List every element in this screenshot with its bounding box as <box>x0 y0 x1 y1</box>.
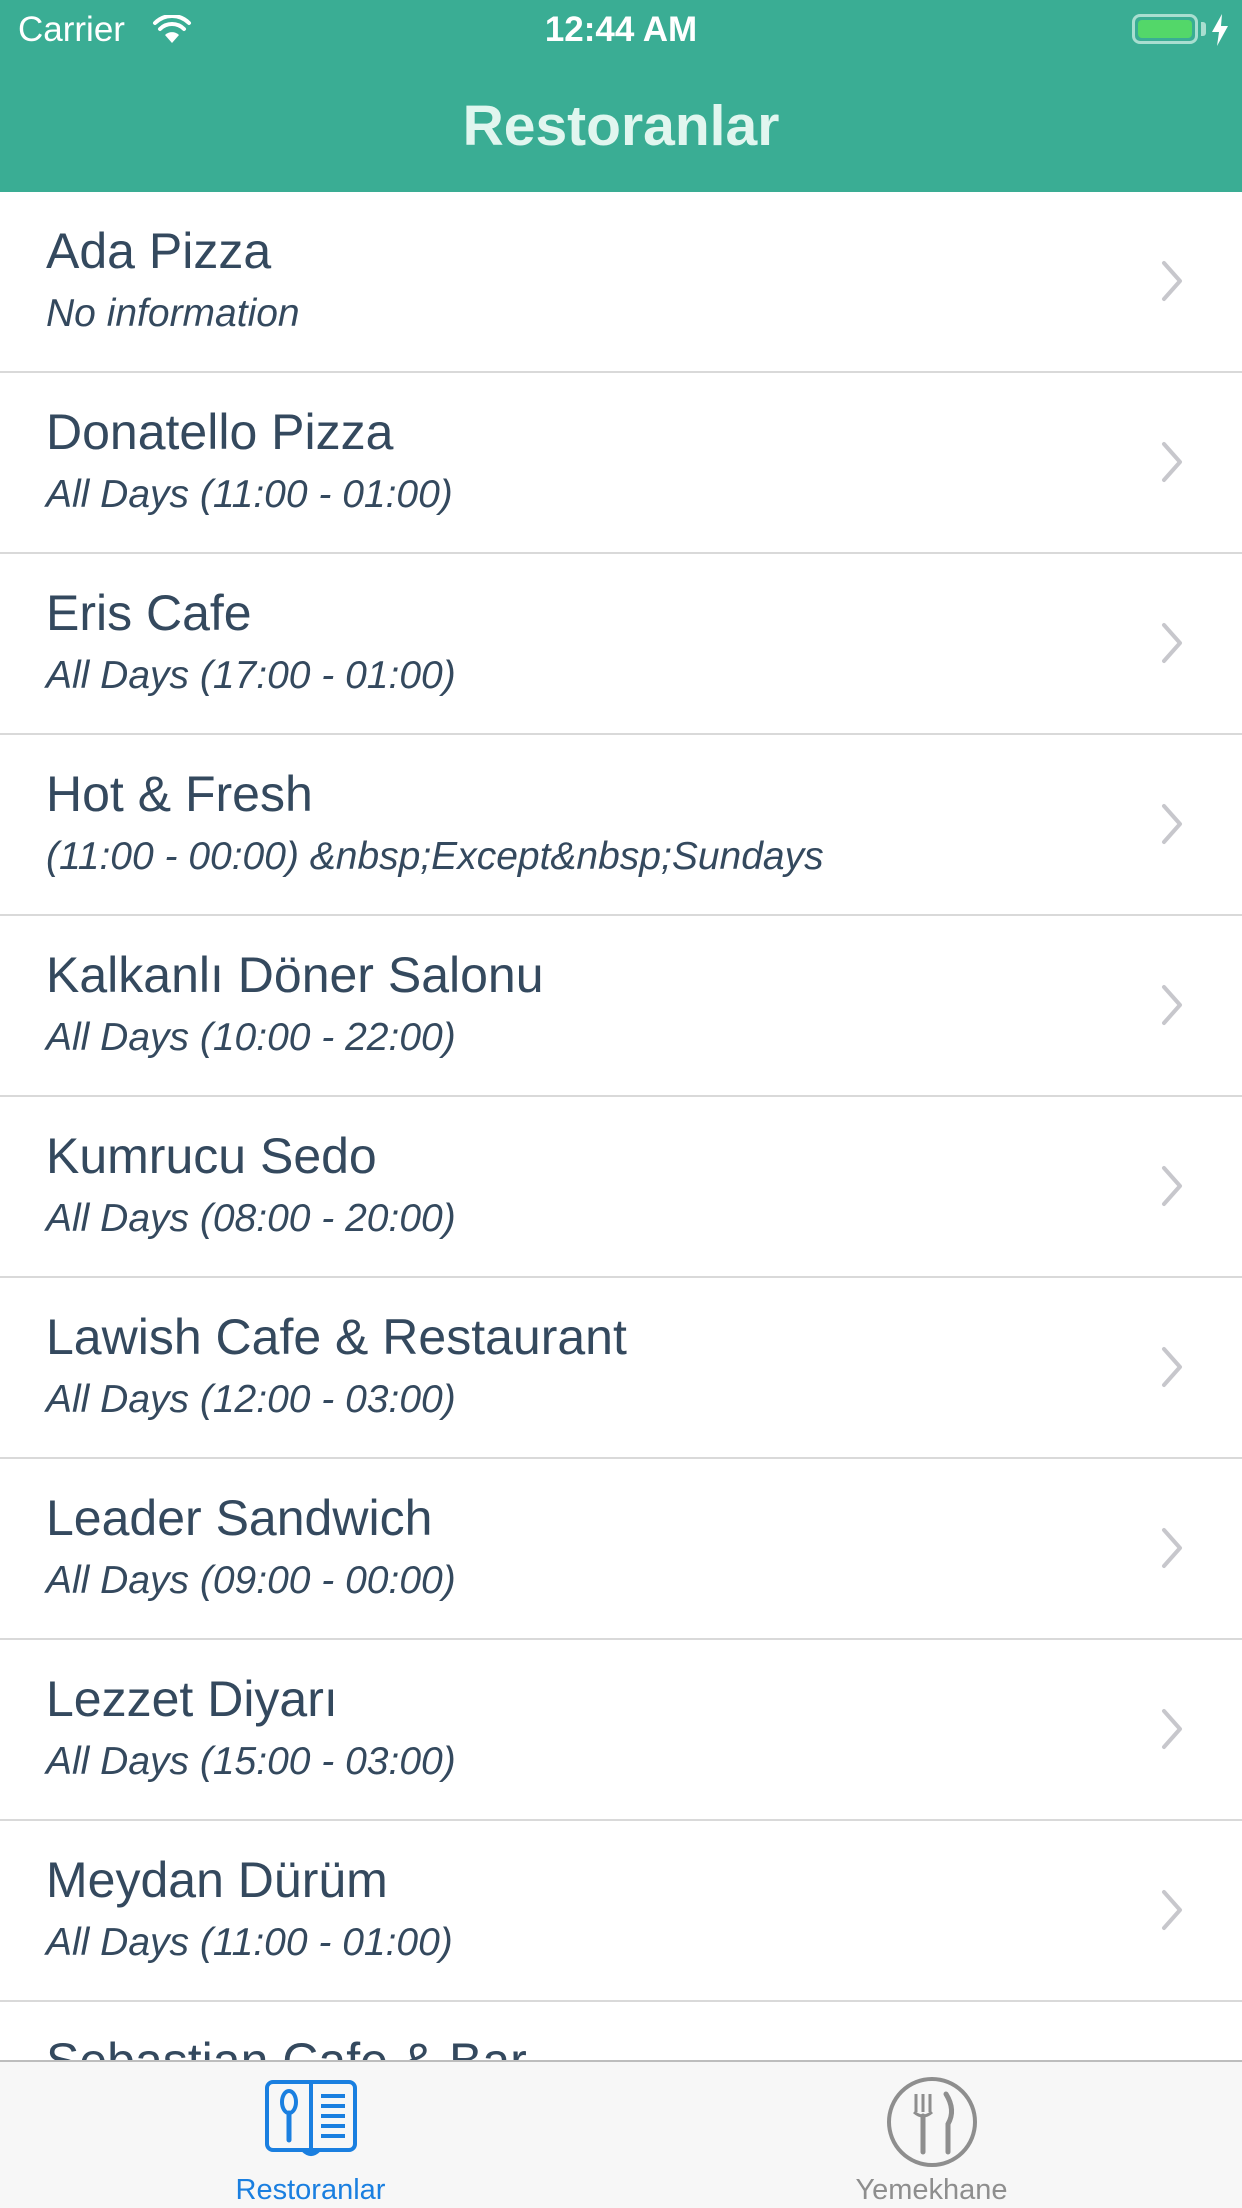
status-time: 12:44 AM <box>544 10 698 49</box>
tab-restoranlar[interactable]: Restoranlar <box>0 2062 621 2208</box>
chevron-right-icon <box>1160 802 1184 851</box>
restaurant-hours: All Days (11:00 - 01:00) <box>46 1921 453 1964</box>
restaurant-row[interactable]: Lezzet Diyarı All Days (15:00 - 03:00) <box>0 1640 1242 1821</box>
chevron-right-icon <box>1160 1707 1184 1756</box>
restaurant-row[interactable]: Eris Cafe All Days (17:00 - 01:00) <box>0 554 1242 735</box>
tab-yemekhane[interactable]: Yemekhane <box>621 2062 1242 2208</box>
chevron-right-icon <box>1160 1526 1184 1575</box>
tab-restoranlar-label: Restoranlar <box>235 2174 386 2206</box>
restaurant-hours: No information <box>46 292 300 335</box>
chevron-right-icon <box>1160 983 1184 1032</box>
restaurant-hours: All Days (17:00 - 01:00) <box>46 654 456 697</box>
tab-bar: Restoranlar Yemekhane <box>0 2060 1242 2208</box>
restaurant-row[interactable]: Kalkanlı Döner Salonu All Days (10:00 - 2… <box>0 916 1242 1097</box>
restaurant-hours: All Days (11:00 - 01:00) <box>46 473 453 516</box>
chevron-right-icon <box>1160 1888 1184 1937</box>
restaurant-name: Meydan Dürüm <box>46 1852 388 1908</box>
restaurant-row[interactable]: Sebastian Cafe & Bar <box>0 2002 1242 2060</box>
restaurant-row[interactable]: Meydan Dürüm All Days (11:00 - 01:00) <box>0 1821 1242 2002</box>
fork-knife-icon <box>886 2076 978 2173</box>
restaurant-name: Leader Sandwich <box>46 1490 433 1546</box>
restaurant-hours: All Days (12:00 - 03:00) <box>46 1378 456 1421</box>
battery-icon <box>1132 14 1198 44</box>
restaurant-name: Kumrucu Sedo <box>46 1128 377 1184</box>
restaurant-row[interactable]: Leader Sandwich All Days (09:00 - 00:00) <box>0 1459 1242 1640</box>
chevron-right-icon <box>1160 440 1184 489</box>
tab-yemekhane-label: Yemekhane <box>855 2174 1008 2206</box>
restaurant-hours: All Days (09:00 - 00:00) <box>46 1559 456 1602</box>
restaurant-row[interactable]: Ada Pizza No information <box>0 192 1242 373</box>
restaurant-row[interactable]: Hot & Fresh (11:00 - 00:00) &nbsp;Except&… <box>0 735 1242 916</box>
restaurant-row[interactable]: Lawish Cafe & Restaurant All Days (12:00 … <box>0 1278 1242 1459</box>
chevron-right-icon <box>1160 621 1184 670</box>
restaurant-hours: (11:00 - 00:00) &nbsp;Except&nbsp;Sunday… <box>46 835 824 878</box>
restaurant-name: Ada Pizza <box>46 223 272 279</box>
charging-bolt-icon <box>1210 14 1230 55</box>
restaurant-name: Lawish Cafe & Restaurant <box>46 1309 627 1365</box>
menu-book-icon <box>263 2076 359 2163</box>
restaurant-hours: All Days (08:00 - 20:00) <box>46 1197 456 1240</box>
chevron-right-icon <box>1160 259 1184 308</box>
chevron-right-icon <box>1160 1345 1184 1394</box>
restaurant-name: Lezzet Diyarı <box>46 1671 338 1727</box>
battery-cap <box>1201 22 1206 36</box>
restaurant-name: Hot & Fresh <box>46 766 313 822</box>
restaurant-hours: All Days (15:00 - 03:00) <box>46 1740 456 1783</box>
navigation-header: Carrier 12:44 AM Restoranlar <box>0 0 1242 192</box>
restaurant-row[interactable]: Donatello Pizza All Days (11:00 - 01:00) <box>0 373 1242 554</box>
page-title: Restoranlar <box>462 94 780 158</box>
restaurant-name: Sebastian Cafe & Bar <box>46 2032 527 2060</box>
restaurant-name: Donatello Pizza <box>46 404 394 460</box>
restaurant-list[interactable]: Ada Pizza No information Donatello Pizza Al… <box>0 192 1242 2060</box>
restaurant-name: Eris Cafe <box>46 585 252 641</box>
restaurant-row[interactable]: Kumrucu Sedo All Days (08:00 - 20:00) <box>0 1097 1242 1278</box>
restaurant-name: Kalkanlı Döner Salonu <box>46 947 544 1003</box>
status-bar: Carrier 12:44 AM <box>0 0 1242 62</box>
restaurant-hours: All Days (10:00 - 22:00) <box>46 1016 456 1059</box>
chevron-right-icon <box>1160 1164 1184 1213</box>
